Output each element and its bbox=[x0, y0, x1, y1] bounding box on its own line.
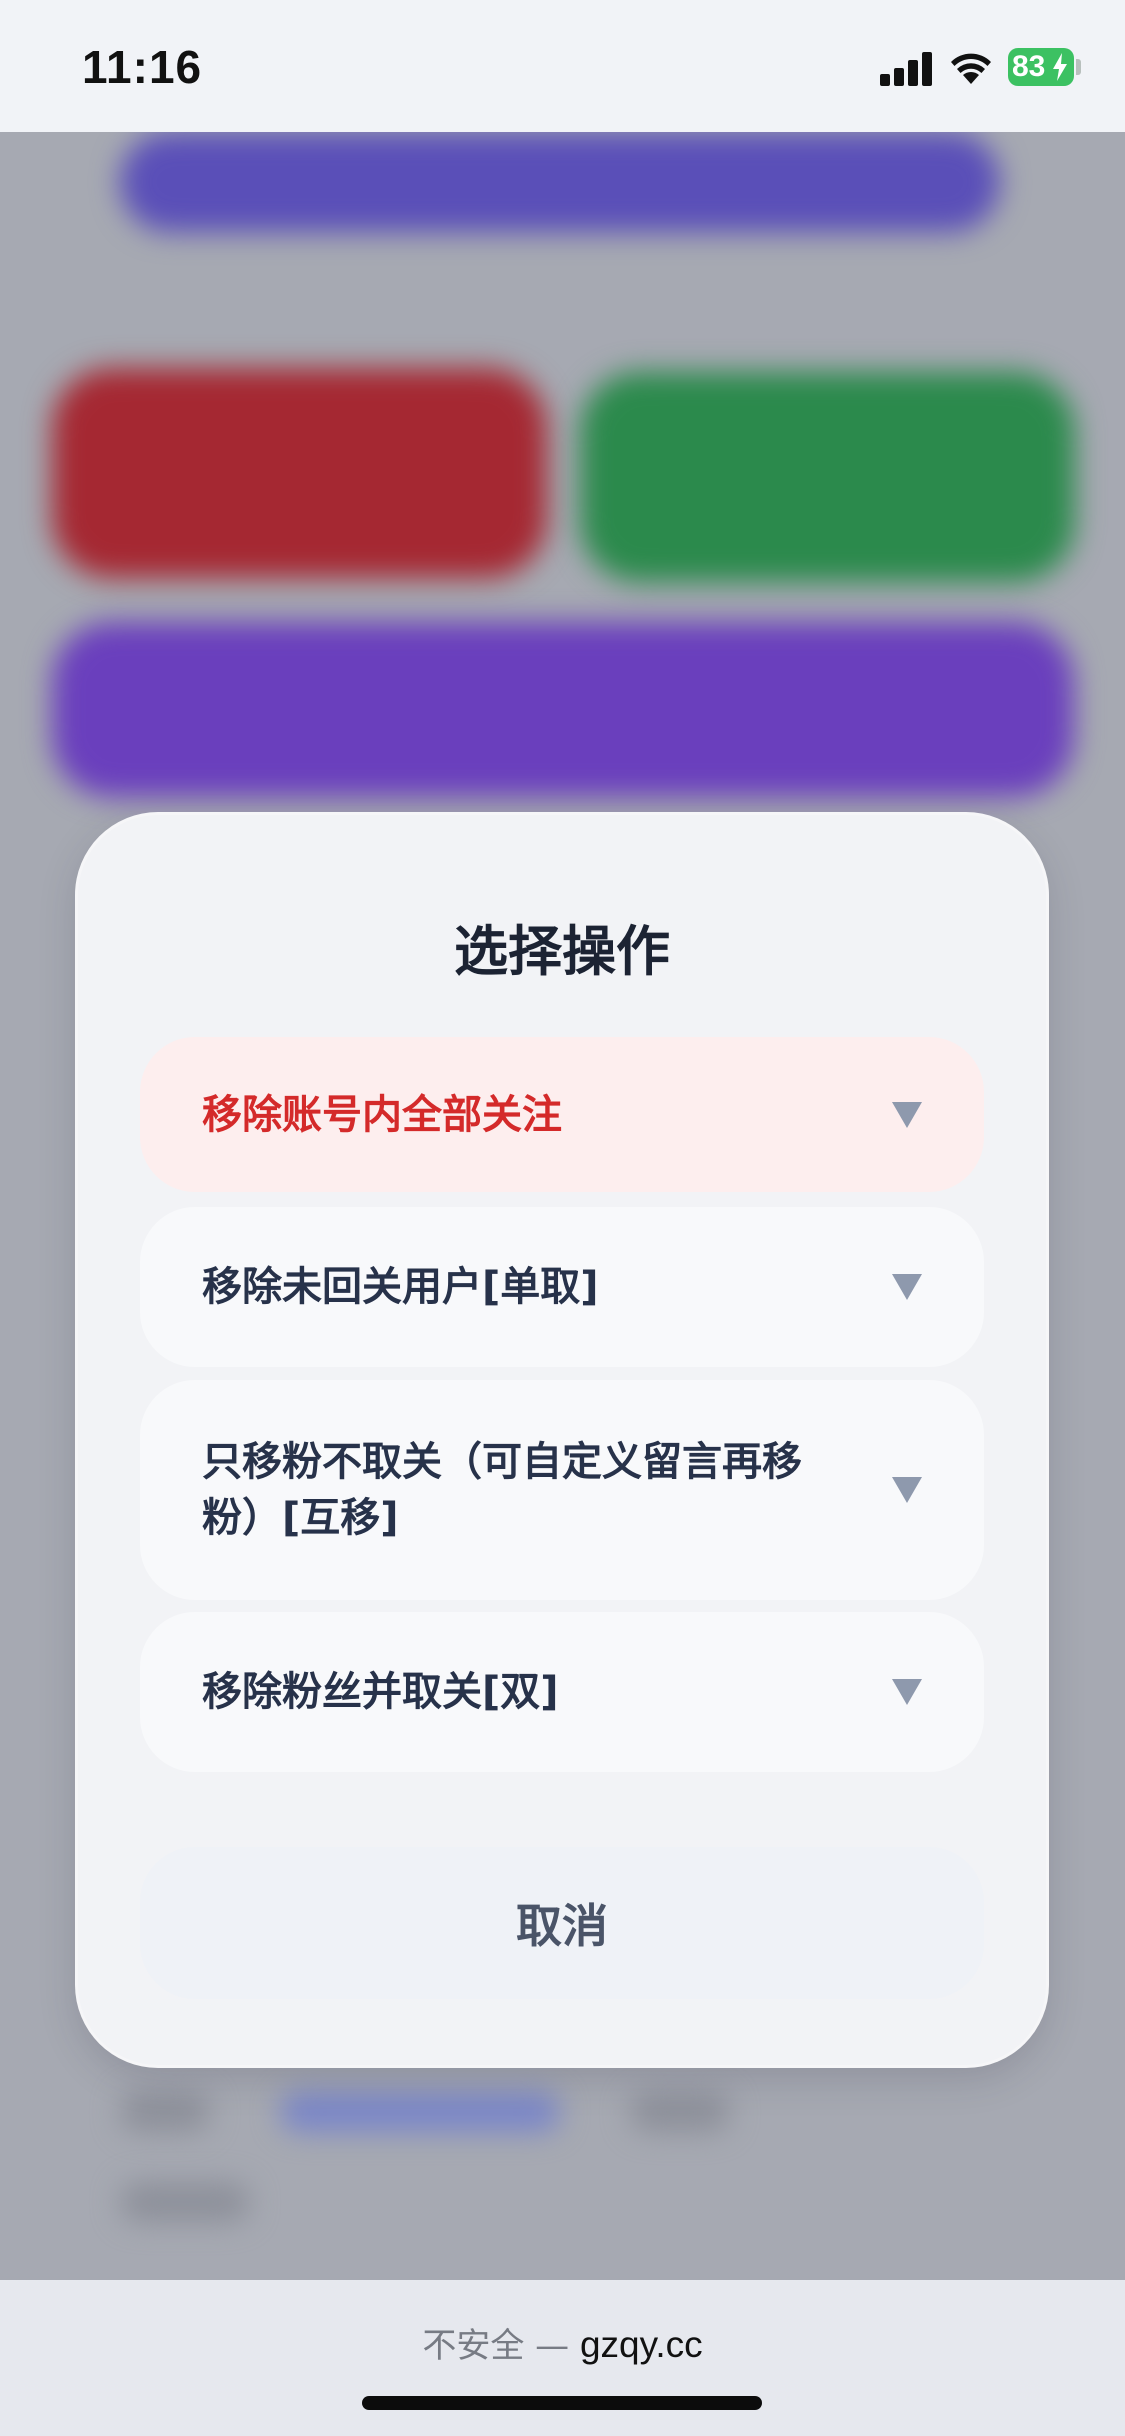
browser-address-bar[interactable]: 不安全 — gzqy.cc bbox=[0, 2280, 1125, 2436]
option-label: 移除未回关用户[单取] bbox=[202, 1264, 599, 1310]
status-bar: 11:16 83 bbox=[0, 0, 1125, 132]
battery-cap bbox=[1076, 59, 1081, 75]
option-remove-fans-keep-following[interactable]: 只移粉不取关（可自定义留言再移粉）[互移] bbox=[140, 1380, 984, 1600]
option-remove-fans-and-unfollow[interactable]: 移除粉丝并取关[双] bbox=[140, 1612, 984, 1772]
triangle-down-icon bbox=[892, 1477, 922, 1503]
cancel-label: 取消 bbox=[516, 1899, 608, 1953]
dialog-title: 选择操作 bbox=[454, 920, 670, 983]
wifi-icon bbox=[951, 53, 991, 84]
battery-charging-icon: 83 bbox=[1008, 48, 1074, 86]
battery-level: 83 bbox=[1012, 50, 1046, 83]
background-text-c bbox=[120, 2182, 250, 2222]
option-remove-all-following[interactable]: 移除账号内全部关注 bbox=[140, 1037, 984, 1192]
background-text-a bbox=[120, 2092, 210, 2132]
background-link bbox=[280, 2092, 560, 2132]
action-dialog: 选择操作 移除账号内全部关注 移除未回关用户[单取] 只移粉不取关（可自定义留言… bbox=[78, 815, 1046, 2065]
url-domain: gzqy.cc bbox=[579, 2324, 703, 2365]
option-remove-non-followback[interactable]: 移除未回关用户[单取] bbox=[140, 1207, 984, 1367]
bolt-icon bbox=[1053, 53, 1067, 81]
url-display: 不安全 — gzqy.cc bbox=[0, 2318, 1125, 2367]
background-green-card bbox=[580, 372, 1075, 582]
background-red-card bbox=[52, 368, 547, 578]
background-text-b bbox=[630, 2092, 730, 2132]
option-label: 移除粉丝并取关[双] bbox=[202, 1669, 559, 1715]
background-purple-button bbox=[52, 622, 1074, 797]
option-label: 移除账号内全部关注 bbox=[202, 1091, 562, 1138]
home-indicator[interactable] bbox=[362, 2396, 762, 2410]
cellular-signal-icon bbox=[880, 50, 934, 86]
triangle-down-icon bbox=[892, 1101, 922, 1128]
option-label: 只移粉不取关（可自定义留言再移粉）[互移] bbox=[202, 1439, 802, 1541]
triangle-down-icon bbox=[892, 1274, 922, 1300]
triangle-down-icon bbox=[892, 1679, 922, 1705]
status-time: 11:16 bbox=[82, 41, 203, 93]
background-top-button bbox=[120, 132, 1000, 232]
cancel-button[interactable]: 取消 bbox=[140, 1847, 984, 1999]
security-label: 不安全 — bbox=[422, 2326, 570, 2366]
